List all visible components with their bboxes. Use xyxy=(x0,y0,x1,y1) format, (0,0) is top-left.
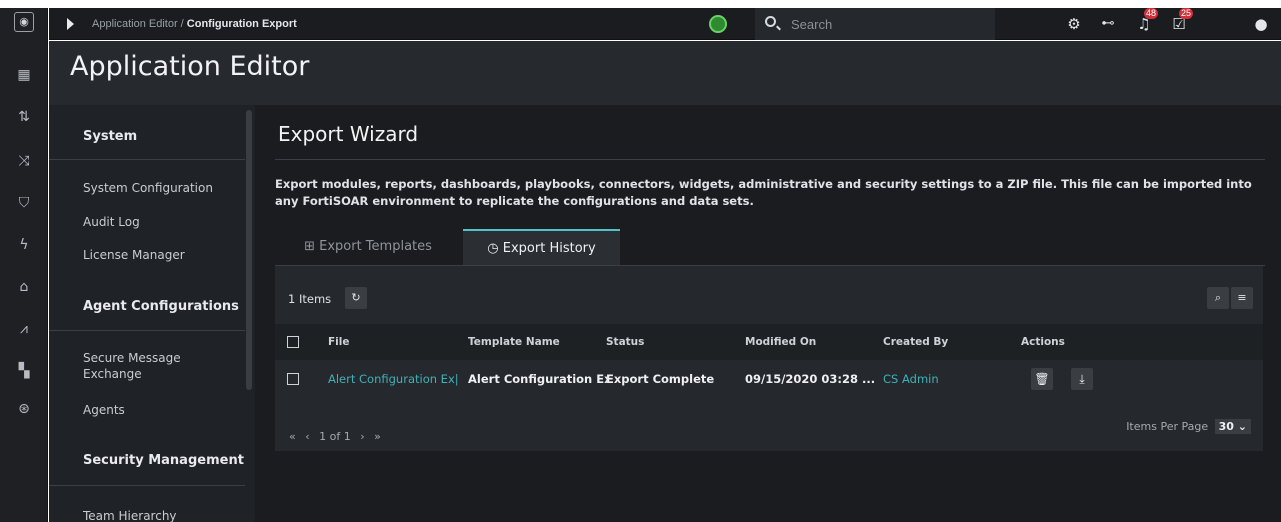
status-cell: Export Complete xyxy=(606,372,715,386)
tasks-badge: 25 xyxy=(1179,8,1194,19)
column-actions: Actions xyxy=(1021,336,1065,348)
page-title: Application Editor xyxy=(70,51,310,82)
template-icon: ⊞ xyxy=(304,239,315,254)
divider xyxy=(49,330,245,331)
items-per-page: Items Per Page 30 ⌄ xyxy=(1126,419,1251,434)
history-panel: 1 Items ↻ ⌕ ≡ File Template Name Status … xyxy=(275,266,1263,451)
building-icon[interactable]: ⌂ xyxy=(0,276,48,298)
expand-caret-icon[interactable] xyxy=(67,18,74,30)
sidebar-item-secure-message-exchange[interactable]: Secure Message Exchange xyxy=(83,350,203,382)
hierarchy-icon[interactable]: ⊷ xyxy=(1096,12,1120,36)
pagination: « ‹ 1 of 1 › » xyxy=(289,430,387,443)
logo-icon[interactable]: ◉ xyxy=(14,12,34,32)
last-page-icon[interactable]: » xyxy=(374,430,381,443)
sidebar-scrollbar[interactable] xyxy=(246,110,252,390)
delete-icon[interactable]: 🗑 xyxy=(1031,368,1053,390)
sidebar-item-license-manager[interactable]: License Manager xyxy=(83,247,233,263)
chevron-down-icon: ⌄ xyxy=(1237,420,1247,433)
page-header: Application Editor xyxy=(49,41,1281,105)
modified-on-cell: 09/15/2020 03:28 ... xyxy=(745,372,876,386)
page-indicator: 1 of 1 xyxy=(319,430,351,443)
top-strip xyxy=(0,0,1281,8)
breadcrumb-separator: / xyxy=(180,18,184,30)
file-link[interactable]: Alert Configuration Ex| xyxy=(328,362,473,396)
items-per-page-label: Items Per Page xyxy=(1126,420,1209,433)
download-icon[interactable]: ⤓ xyxy=(1071,368,1093,390)
breadcrumb-parent[interactable]: Application Editor xyxy=(92,18,178,30)
sidebar-section-system: System xyxy=(83,129,138,144)
divider xyxy=(49,485,245,486)
history-icon: ◷ xyxy=(487,241,499,256)
column-file[interactable]: File xyxy=(328,324,350,360)
sidebar-item-system-configuration[interactable]: System Configuration xyxy=(83,180,233,196)
search-icon xyxy=(765,16,776,27)
settings-sidebar: System System Configuration Audit Log Li… xyxy=(49,105,255,522)
template-name-cell: Alert Configuration Ex| xyxy=(468,372,607,386)
sidebar-section-agent-configurations: Agent Configurations xyxy=(83,299,239,314)
prev-page-icon[interactable]: ‹ xyxy=(305,430,309,443)
main-content: Export Wizard Export modules, reports, d… xyxy=(255,105,1281,522)
refresh-icon[interactable]: ↻ xyxy=(345,287,367,309)
sidebar-item-audit-log[interactable]: Audit Log xyxy=(83,214,233,230)
chart-icon[interactable]: ⩘ xyxy=(0,318,48,340)
user-avatar-icon[interactable]: ● xyxy=(1249,12,1273,36)
search-input[interactable] xyxy=(791,14,981,34)
sidebar-item-team-hierarchy[interactable]: Team Hierarchy xyxy=(83,508,233,522)
global-search xyxy=(755,8,995,40)
help-icon[interactable]: ⊛ xyxy=(0,398,48,420)
wizard-tabs: ⊞ Export Templates ◷ Export History xyxy=(275,229,1265,266)
items-per-page-select[interactable]: 30 ⌄ xyxy=(1214,419,1251,434)
next-page-icon[interactable]: › xyxy=(360,430,364,443)
items-count: 1 Items xyxy=(288,292,332,306)
status-spinner-icon xyxy=(709,15,727,33)
bolt-icon[interactable]: ϟ xyxy=(0,234,48,256)
wizard-description: Export modules, reports, dashboards, pla… xyxy=(275,177,1252,208)
dashboard-grid-icon[interactable]: ▦ xyxy=(0,64,48,86)
created-by-link[interactable]: CS Admin xyxy=(883,362,1003,396)
row-checkbox[interactable] xyxy=(287,373,299,385)
tab-export-history[interactable]: ◷ Export History xyxy=(463,229,620,265)
top-bar: Application Editor / Configuration Expor… xyxy=(49,8,1281,40)
app-root: ◉ ▦ ⇅ ⤨ ⛉ ϟ ⌂ ⩘ ▚ ⊛ Application Editor /… xyxy=(0,0,1281,522)
sidebar-item-agents[interactable]: Agents xyxy=(83,402,233,418)
notifications-badge: 48 xyxy=(1144,8,1159,19)
tab-label: Export Templates xyxy=(319,239,432,254)
column-modified-on[interactable]: Modified On xyxy=(745,324,816,360)
breadcrumb: Application Editor / Configuration Expor… xyxy=(92,8,297,40)
column-status[interactable]: Status xyxy=(606,324,644,360)
shield-icon[interactable]: ⛉ xyxy=(0,192,48,214)
search-table-icon[interactable]: ⌕ xyxy=(1207,287,1229,309)
divider xyxy=(275,159,1265,160)
notifications-bell-icon[interactable]: ♫ 48 xyxy=(1132,8,1159,36)
table-header: File Template Name Status Modified On Cr… xyxy=(275,324,1263,360)
select-all-checkbox[interactable] xyxy=(287,336,299,348)
tab-export-templates[interactable]: ⊞ Export Templates xyxy=(275,229,461,265)
breadcrumb-current: Configuration Export xyxy=(186,18,297,30)
settings-gear-icon[interactable]: ⚙ xyxy=(1062,12,1086,36)
icon-rail: ◉ ▦ ⇅ ⤨ ⛉ ϟ ⌂ ⩘ ▚ ⊛ xyxy=(0,8,48,522)
divider xyxy=(49,159,245,160)
wizard-title: Export Wizard xyxy=(278,122,419,146)
tasks-icon[interactable]: ☑ 25 xyxy=(1167,8,1194,36)
items-per-page-value: 30 xyxy=(1218,420,1234,433)
menu-icon[interactable]: ≡ xyxy=(1231,287,1253,309)
first-page-icon[interactable]: « xyxy=(289,430,296,443)
tab-label: Export History xyxy=(502,241,596,256)
sidebar-section-security-management: Security Management xyxy=(83,453,244,468)
modules-icon[interactable]: ⇅ xyxy=(0,106,48,128)
column-created-by[interactable]: Created By xyxy=(883,324,948,360)
shuffle-icon[interactable]: ⤨ xyxy=(0,150,48,172)
table-row[interactable]: Alert Configuration Ex| Alert Configurat… xyxy=(275,362,1263,396)
column-template-name[interactable]: Template Name xyxy=(468,324,560,360)
apps-icon[interactable]: ▚ xyxy=(0,360,48,382)
